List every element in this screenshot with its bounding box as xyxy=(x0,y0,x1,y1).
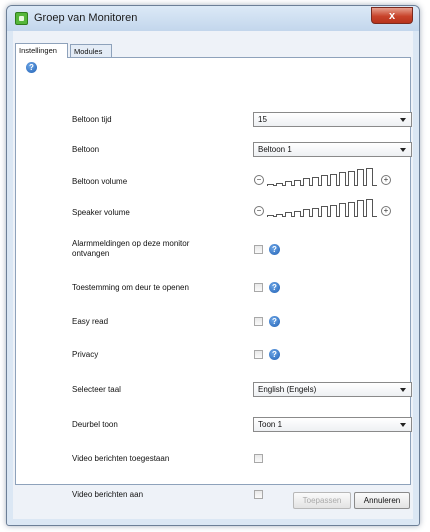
volume-step xyxy=(285,181,292,186)
chevron-down-icon xyxy=(400,148,406,152)
tab-modules[interactable]: Modules xyxy=(70,44,112,58)
chevron-down-icon xyxy=(400,388,406,392)
dialog-client: Instellingen Modules ? Beltoon tijd 15 B… xyxy=(13,31,413,519)
beltoon-value: Beltoon 1 xyxy=(258,145,292,154)
alarmmeldingen-checkbox[interactable] xyxy=(254,245,263,254)
volume-step xyxy=(339,172,346,186)
video-aan-label: Video berichten aan xyxy=(72,490,144,499)
plus-icon[interactable]: + xyxy=(381,175,391,185)
volume-step xyxy=(330,174,337,186)
beltoon-tijd-value: 15 xyxy=(258,115,267,124)
easy-read-checkbox[interactable] xyxy=(254,317,263,326)
speaker-volume-label: Speaker volume xyxy=(72,208,130,217)
beltoon-tijd-select[interactable]: 15 xyxy=(253,112,412,127)
volume-step xyxy=(348,202,355,217)
window-title: Groep van Monitoren xyxy=(34,12,138,24)
plus-icon[interactable]: + xyxy=(381,206,391,216)
apply-button[interactable]: Toepassen xyxy=(293,492,351,509)
beltoon-select[interactable]: Beltoon 1 xyxy=(253,142,412,157)
help-icon[interactable]: ? xyxy=(26,62,37,73)
volume-step xyxy=(294,180,301,186)
volume-step xyxy=(357,169,364,186)
beltoon-tijd-label: Beltoon tijd xyxy=(72,115,112,124)
video-toegestaan-checkbox[interactable] xyxy=(254,454,263,463)
settings-panel: ? Beltoon tijd 15 Beltoon Beltoon 1 Belt… xyxy=(15,57,412,499)
beltoon-volume-label: Beltoon volume xyxy=(72,177,128,186)
volume-step xyxy=(321,206,328,217)
dialog-window: Groep van Monitoren x Instellingen Modul… xyxy=(6,5,420,526)
help-icon[interactable]: ? xyxy=(269,316,280,327)
volume-step xyxy=(366,168,373,186)
deurbel-toon-select[interactable]: Toon 1 xyxy=(253,417,412,432)
volume-step xyxy=(267,215,274,217)
deurbel-toon-value: Toon 1 xyxy=(258,420,283,429)
volume-step xyxy=(303,178,310,186)
privacy-checkbox[interactable] xyxy=(254,350,263,359)
video-toegestaan-label: Video berichten toegestaan xyxy=(72,454,170,463)
volume-step xyxy=(276,214,283,217)
speaker-volume-slider[interactable] xyxy=(267,199,377,217)
volume-step xyxy=(348,171,355,186)
volume-step xyxy=(366,199,373,217)
volume-step xyxy=(303,209,310,217)
video-aan-checkbox[interactable] xyxy=(254,490,263,499)
alarmmeldingen-label: Alarmmeldingen op deze monitor ontvangen xyxy=(72,239,190,258)
app-icon xyxy=(15,12,28,25)
volume-step xyxy=(330,205,337,217)
volume-step xyxy=(339,203,346,217)
volume-step xyxy=(276,183,283,186)
cancel-button[interactable]: Annuleren xyxy=(354,492,410,509)
taal-value: English (Engels) xyxy=(258,385,317,394)
privacy-label: Privacy xyxy=(72,350,99,359)
easy-read-label: Easy read xyxy=(72,317,109,326)
beltoon-label: Beltoon xyxy=(72,145,100,154)
selecteer-taal-label: Selecteer taal xyxy=(72,385,121,394)
help-icon[interactable]: ? xyxy=(269,244,280,255)
volume-step xyxy=(312,208,319,217)
minus-icon[interactable]: − xyxy=(254,175,264,185)
beltoon-volume-slider[interactable] xyxy=(267,168,377,186)
tab-instellingen[interactable]: Instellingen xyxy=(15,43,68,58)
volume-step xyxy=(357,200,364,217)
chevron-down-icon xyxy=(400,423,406,427)
volume-step xyxy=(294,211,301,217)
help-icon[interactable]: ? xyxy=(269,349,280,360)
volume-step xyxy=(285,212,292,217)
deurbel-toon-label: Deurbel toon xyxy=(72,420,118,429)
close-button[interactable]: x xyxy=(371,7,413,24)
volume-step xyxy=(312,177,319,186)
title-bar[interactable]: Groep van Monitoren x xyxy=(7,6,419,31)
taal-select[interactable]: English (Engels) xyxy=(253,382,412,397)
volume-step xyxy=(321,175,328,186)
help-icon[interactable]: ? xyxy=(269,282,280,293)
volume-step xyxy=(267,184,274,186)
toestemming-label: Toestemming om deur te openen xyxy=(72,283,189,292)
toestemming-checkbox[interactable] xyxy=(254,283,263,292)
minus-icon[interactable]: − xyxy=(254,206,264,216)
chevron-down-icon xyxy=(400,118,406,122)
